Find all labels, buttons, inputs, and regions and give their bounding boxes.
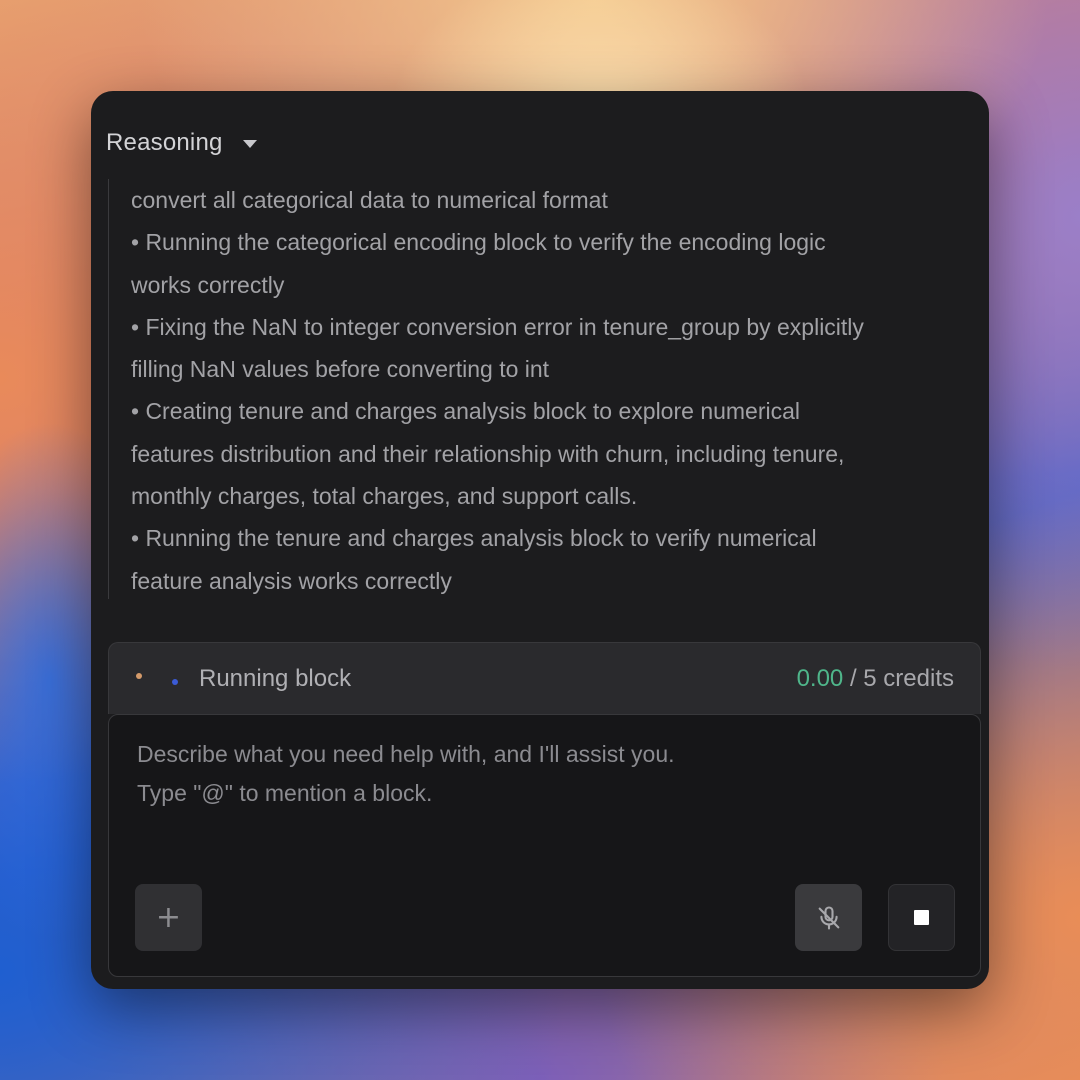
reasoning-line: • Creating tenure and charges analysis b…: [131, 398, 801, 425]
credits-counter: 0.00 / 5 credits: [797, 665, 954, 693]
reasoning-line: features distribution and their relation…: [131, 440, 845, 467]
loading-dot-icon: [136, 673, 142, 679]
ai-assistant-panel: Reasoning convert all categorical data t…: [91, 91, 989, 989]
reasoning-line: • Fixing the NaN to integer conversion e…: [131, 313, 864, 340]
reasoning-title: Reasoning: [106, 129, 223, 156]
reasoning-lines: convert all categorical data to numerica…: [131, 179, 951, 599]
reasoning-line: filling NaN values before converting to …: [131, 356, 550, 383]
microphone-button[interactable]: [795, 884, 862, 951]
reasoning-toggle[interactable]: Reasoning: [106, 129, 257, 157]
reasoning-content: convert all categorical data to numerica…: [108, 179, 969, 599]
stop-icon: [914, 910, 929, 925]
mic-off-icon: [818, 905, 839, 930]
caret-down-icon: [242, 140, 257, 148]
reasoning-line: works correctly: [131, 271, 285, 298]
reasoning-line: convert all categorical data to numerica…: [131, 187, 608, 213]
run-status-bar: Running block 0.00 / 5 credits: [108, 642, 981, 714]
credits-used: 0.00: [796, 665, 844, 692]
placeholder-line: Type "@" to mention a block.: [137, 780, 433, 806]
stop-button[interactable]: [888, 884, 955, 951]
reasoning-line: monthly charges, total charges, and supp…: [131, 483, 638, 510]
loading-dot-icon: [172, 679, 178, 685]
credits-total: / 5 credits: [843, 665, 954, 692]
plus-icon: +: [155, 899, 182, 935]
placeholder-line: Describe what you need help with, and I'…: [137, 741, 675, 767]
reasoning-line: • Running the tenure and charges analysi…: [131, 525, 817, 552]
add-attachment-button[interactable]: +: [135, 884, 202, 951]
message-input[interactable]: Describe what you need help with, and I'…: [108, 714, 981, 977]
input-placeholder: Describe what you need help with, and I'…: [137, 735, 675, 813]
status-label: Running block: [199, 665, 352, 692]
reasoning-line: • Running the categorical encoding block…: [131, 229, 826, 256]
reasoning-line: feature analysis works correctly: [131, 567, 452, 594]
